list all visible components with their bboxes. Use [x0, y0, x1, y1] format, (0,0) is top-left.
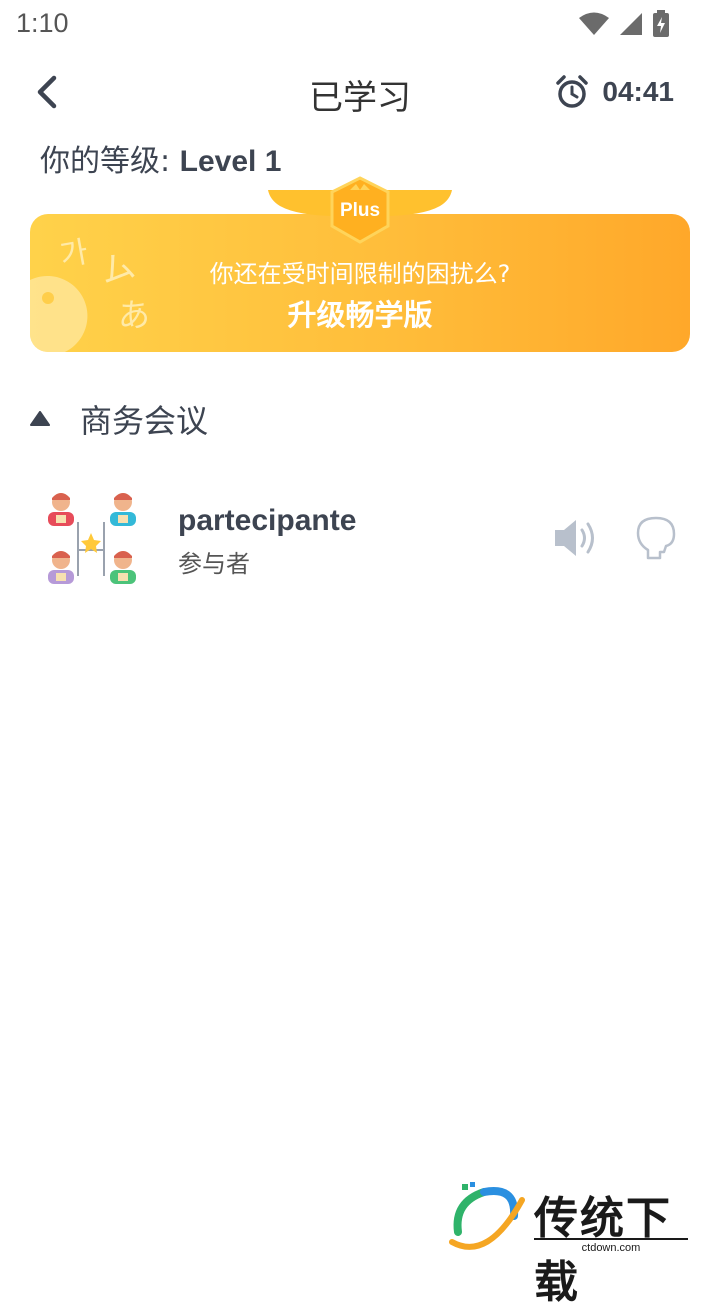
list-item[interactable]: partecipante 参与者	[0, 480, 720, 600]
timer-value: 04:41	[602, 76, 674, 107]
word-translation: 参与者	[178, 550, 250, 578]
speaker-icon	[555, 520, 594, 556]
plus-badge-label: Plus	[339, 200, 381, 221]
wifi-icon	[579, 12, 609, 35]
watermark-logo-icon	[449, 1182, 525, 1250]
status-bar: 1:10	[0, 0, 720, 50]
level-line: 你的等级: Level 1	[40, 136, 281, 180]
level-value: Level 1	[179, 145, 282, 178]
banner-title: 升级畅学版	[287, 298, 433, 332]
status-icons	[578, 10, 670, 38]
word-text: partecipante 参与者	[178, 504, 356, 579]
signal-icon	[620, 13, 642, 35]
status-time: 1:10	[16, 8, 69, 38]
battery-icon	[653, 10, 669, 37]
timer: 04:41	[554, 74, 674, 110]
watermark-url: ctdown.com	[534, 1238, 688, 1254]
alarm-clock-icon	[556, 75, 589, 108]
play-audio-button[interactable]	[552, 516, 600, 560]
section-header[interactable]: 商务会议	[30, 396, 208, 442]
speak-practice-button[interactable]	[634, 514, 680, 562]
watermark: 传统下载 ctdown.com	[448, 1182, 698, 1308]
header: 已学习 04:41	[0, 60, 720, 124]
speak-head-icon	[636, 516, 676, 560]
plus-badge: Plus	[268, 176, 452, 248]
participants-illustration	[48, 493, 136, 584]
section-title: 商务会议	[80, 402, 209, 440]
word-term: partecipante	[178, 504, 357, 537]
banner-subtitle: 你还在受时间限制的困扰么?	[209, 260, 511, 288]
level-label: 你的等级:	[40, 144, 180, 179]
triangle-up-icon	[30, 411, 50, 426]
